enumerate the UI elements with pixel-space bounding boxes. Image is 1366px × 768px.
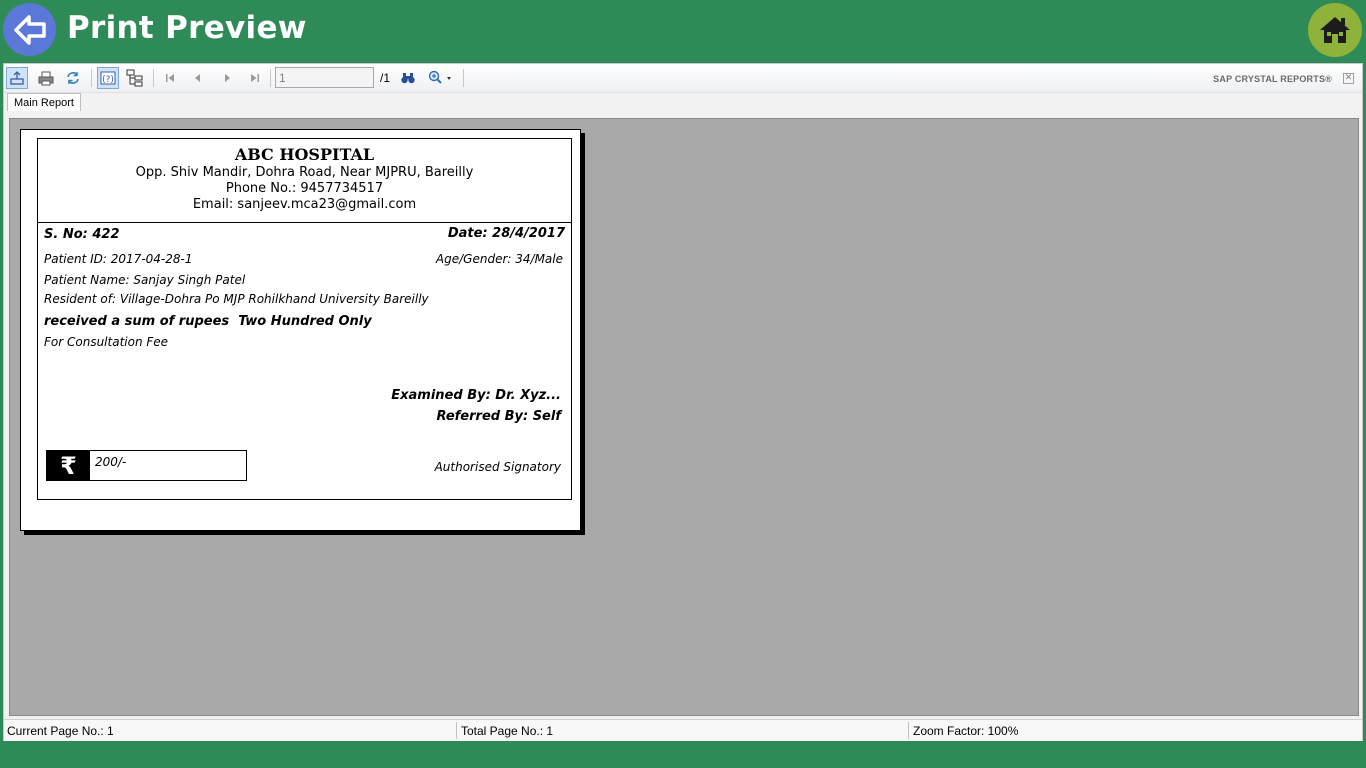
received-sum: received a sum of rupees Two Hundred Onl… bbox=[44, 314, 372, 329]
binoculars-icon bbox=[401, 73, 415, 84]
status-separator bbox=[456, 722, 457, 739]
patient-id: Patient ID: 2017-04-28-1 bbox=[44, 252, 193, 266]
export-button[interactable] bbox=[6, 67, 28, 89]
back-button[interactable] bbox=[3, 3, 56, 56]
first-page-icon bbox=[166, 74, 174, 82]
previous-page-icon bbox=[195, 74, 200, 82]
next-page-button[interactable] bbox=[216, 67, 238, 89]
last-page-button[interactable] bbox=[244, 67, 266, 89]
help-icon: (?) bbox=[100, 71, 116, 85]
next-page-icon bbox=[225, 74, 230, 82]
viewer-toolbar: (?) 1 /1 SAP CRYSTAL REPORTS® ✕ bbox=[4, 64, 1362, 93]
page-total-label: /1 bbox=[380, 71, 391, 85]
toolbar-separator bbox=[91, 69, 92, 87]
svg-text:(?): (?) bbox=[102, 75, 114, 85]
zoom-dropdown[interactable] bbox=[426, 67, 456, 89]
hospital-email: Email: sanjeev.mca23@gmail.com bbox=[192, 197, 417, 212]
export-icon bbox=[10, 71, 24, 85]
home-button[interactable] bbox=[1308, 3, 1362, 57]
resident-of: Resident of: Village-Dohra Po MJP Rohilk… bbox=[44, 292, 429, 306]
refresh-button[interactable] bbox=[62, 67, 84, 89]
printer-icon bbox=[38, 71, 54, 86]
examined-by: Examined By: Dr. Xyz... bbox=[391, 388, 561, 403]
amount-value: 200/- bbox=[95, 455, 127, 469]
tab-main-report[interactable]: Main Report bbox=[7, 93, 81, 111]
tree-icon bbox=[126, 69, 143, 87]
report-viewer: (?) 1 /1 SAP CRYSTAL REPORTS® ✕ Main Rep… bbox=[3, 63, 1363, 741]
print-button[interactable] bbox=[35, 67, 57, 89]
rupee-icon: ₹ bbox=[47, 451, 90, 480]
zoom-factor-status: Zoom Factor: 100% bbox=[913, 724, 1019, 738]
toolbar-separator bbox=[153, 69, 154, 87]
toolbar-separator bbox=[270, 69, 271, 87]
zoom-icon bbox=[428, 70, 451, 84]
receipt-date: Date: 28/4/2017 bbox=[447, 226, 565, 241]
total-page-status: Total Page No.: 1 bbox=[461, 724, 554, 738]
age-gender: Age/Gender: 34/Male bbox=[435, 252, 563, 266]
close-viewer-button[interactable]: ✕ bbox=[1343, 73, 1354, 84]
hospital-address: Opp. Shiv Mandir, Dohra Road, Near MJPRU… bbox=[135, 165, 474, 180]
amount-box: ₹ 200/- bbox=[46, 450, 247, 481]
purpose: For Consultation Fee bbox=[44, 335, 169, 349]
last-page-icon bbox=[251, 74, 259, 82]
help-button[interactable]: (?) bbox=[97, 67, 119, 89]
find-text-button[interactable] bbox=[397, 67, 419, 89]
status-bar: Current Page No.: 1 Total Page No.: 1 Zo… bbox=[4, 719, 1362, 741]
authorised-signatory: Authorised Signatory bbox=[434, 460, 561, 474]
status-separator bbox=[908, 722, 909, 739]
home-icon bbox=[1320, 17, 1350, 43]
receipt-header: ABC HOSPITAL Opp. Shiv Mandir, Dohra Roa… bbox=[38, 139, 571, 223]
serial-number: S. No: 422 bbox=[44, 227, 120, 242]
current-page-status: Current Page No.: 1 bbox=[7, 724, 114, 738]
hospital-phone: Phone No.: 9457734517 bbox=[225, 181, 384, 196]
report-canvas[interactable]: ABC HOSPITAL Opp. Shiv Mandir, Dohra Roa… bbox=[9, 118, 1359, 716]
patient-name: Patient Name: Sanjay Singh Patel bbox=[44, 273, 246, 287]
previous-page-button[interactable] bbox=[187, 67, 209, 89]
crystal-reports-brand: SAP CRYSTAL REPORTS® bbox=[1213, 74, 1332, 84]
toolbar-separator bbox=[463, 69, 464, 87]
back-arrow-icon bbox=[13, 14, 46, 45]
first-page-button[interactable] bbox=[159, 67, 181, 89]
app-header: Print Preview bbox=[0, 0, 1366, 60]
referred-by: Referred By: Self bbox=[436, 409, 561, 424]
page-number-input[interactable] bbox=[275, 67, 374, 88]
receipt: ABC HOSPITAL Opp. Shiv Mandir, Dohra Roa… bbox=[37, 138, 572, 500]
page-title: Print Preview bbox=[67, 10, 307, 46]
report-page: ABC HOSPITAL Opp. Shiv Mandir, Dohra Roa… bbox=[20, 129, 581, 531]
group-tree-button[interactable] bbox=[124, 67, 146, 89]
hospital-name: ABC HOSPITAL bbox=[234, 145, 375, 164]
refresh-icon bbox=[67, 72, 79, 84]
